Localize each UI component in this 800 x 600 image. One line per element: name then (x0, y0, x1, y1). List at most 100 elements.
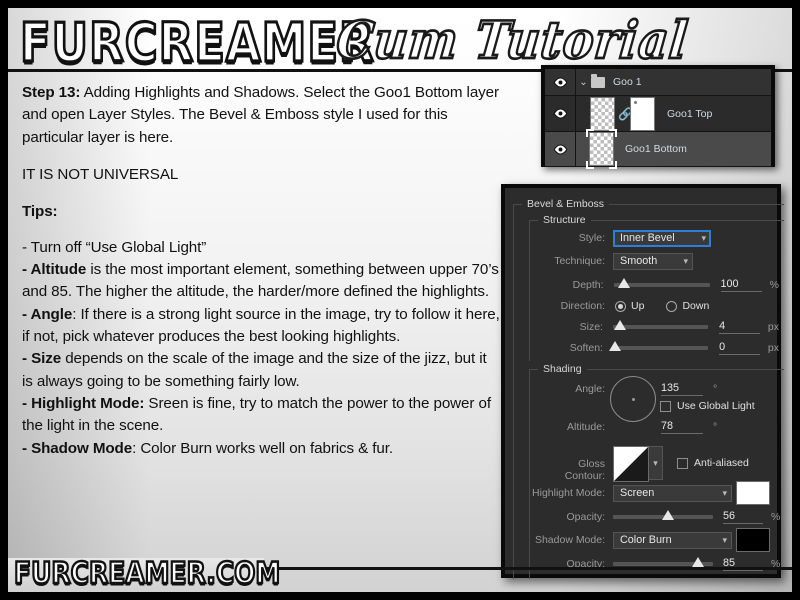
soften-value[interactable]: 0 (719, 341, 760, 355)
shading-legend: Shading (538, 363, 587, 375)
step-text: Adding Highlights and Shadows. Select th… (22, 84, 499, 146)
gloss-contour-picker[interactable]: ▾ (613, 446, 663, 482)
gloss-contour-label: Gloss Contour: (564, 458, 605, 482)
depth-slider-knob[interactable] (617, 278, 630, 288)
highlight-opacity-slider[interactable] (613, 510, 713, 520)
direction-row: Direction: Up Down (535, 298, 779, 314)
chevron-down-icon: ▾ (722, 487, 727, 498)
shadow-opacity-knob[interactable] (692, 557, 704, 567)
tutorial-image: FURCREAMER Cum Tutorial Step 13: Adding … (0, 0, 800, 600)
size-unit: px (767, 321, 779, 333)
highlight-mode-label: Highlight Mode: (532, 487, 605, 499)
chevron-down-icon: ▾ (683, 255, 688, 266)
tip-item: - Size depends on the scale of the image… (22, 350, 487, 390)
highlight-opacity-unit: % (771, 511, 781, 523)
technique-value: Smooth (620, 255, 658, 267)
gloss-contour-preview[interactable] (613, 446, 649, 482)
link-icon[interactable]: 🔗 (618, 107, 633, 121)
layer-thumbnail[interactable] (590, 96, 615, 131)
direction-up-radio[interactable] (615, 300, 626, 312)
layer-mask-thumbnail[interactable] (630, 96, 655, 131)
dialog-title: Bevel & Emboss (522, 198, 610, 210)
shadow-color-swatch[interactable] (736, 528, 770, 552)
use-global-light-row[interactable]: Use Global Light (660, 398, 755, 414)
technique-row: Technique: Smooth ▾ (535, 252, 775, 270)
direction-down-radio[interactable] (666, 300, 678, 312)
angle-label: Angle: (575, 383, 605, 395)
structure-legend: Structure (538, 214, 591, 226)
size-slider-knob[interactable] (613, 320, 626, 330)
folder-icon (591, 73, 605, 88)
shadow-mode-select[interactable]: Color Burn ▾ (613, 531, 732, 549)
size-value[interactable]: 4 (719, 320, 760, 334)
soften-slider-knob[interactable] (608, 341, 621, 351)
depth-slider[interactable] (613, 278, 710, 288)
layer-row-group[interactable]: ⌄ Goo 1 (545, 69, 771, 96)
chevron-down-icon: ▾ (722, 534, 727, 545)
size-slider[interactable] (612, 320, 709, 330)
step-paragraph: Step 13: Adding Highlights and Shadows. … (22, 82, 500, 149)
layer-visibility-toggle[interactable] (545, 96, 576, 131)
eye-icon (553, 76, 567, 88)
chevron-down-icon: ▾ (701, 232, 706, 243)
highlight-mode-row: Highlight Mode: Screen ▾ (517, 481, 783, 505)
style-label: Style: (578, 232, 605, 244)
shadow-mode-label: Shadow Mode: (534, 534, 605, 546)
depth-unit: % (769, 279, 779, 291)
layer-visibility-toggle[interactable] (545, 132, 576, 166)
layer-visibility-toggle[interactable] (545, 69, 576, 95)
highlight-opacity-knob[interactable] (662, 510, 674, 520)
style-value: Inner Bevel (620, 232, 675, 244)
tips-heading-text: Tips: (22, 203, 58, 221)
step-label: Step 13: (22, 84, 81, 101)
depth-row: Depth: 100 % (535, 277, 779, 293)
selection-corner-icon (586, 129, 594, 137)
chevron-down-icon[interactable]: ⌄ (576, 77, 591, 88)
use-global-light-checkbox[interactable] (660, 400, 671, 412)
layers-panel[interactable]: ⌄ Goo 1 🔗 Goo1 Top Goo1 Bottom (541, 65, 775, 169)
shadow-opacity-slider[interactable] (613, 557, 713, 567)
style-select[interactable]: Inner Bevel ▾ (613, 229, 711, 247)
universal-notice: IT IS NOT UNIVERSAL (22, 166, 179, 184)
eye-icon (553, 108, 567, 119)
shadow-mode-value: Color Burn (620, 534, 672, 546)
altitude-unit: ° (713, 421, 718, 433)
layer-row-bottom[interactable]: Goo1 Bottom (545, 129, 771, 169)
soften-unit: px (767, 342, 779, 354)
highlight-mode-select[interactable]: Screen ▾ (613, 484, 732, 502)
tip-item: - Highlight Mode: Sreen is fine, try to … (22, 395, 491, 435)
layer-name: Goo 1 (613, 76, 642, 88)
tip-item: - Angle: If there is a strong light sour… (22, 305, 500, 346)
tips-heading: Tips: (22, 201, 500, 223)
size-row: Size: 4 px (535, 319, 779, 335)
size-label: Size: (579, 321, 603, 333)
chevron-down-icon[interactable]: ▾ (649, 446, 663, 480)
technique-label: Technique: (554, 255, 605, 267)
direction-up-label: Up (631, 300, 645, 312)
highlight-opacity-row: Opacity: 56 % (517, 509, 783, 525)
use-global-light-label: Use Global Light (677, 400, 755, 412)
layer-thumbnail-selected[interactable] (586, 129, 617, 169)
depth-value[interactable]: 100 (720, 278, 762, 292)
selection-corner-icon (586, 161, 594, 169)
soften-row: Soften: 0 px (535, 340, 779, 356)
altitude-value[interactable]: 78 (661, 420, 703, 434)
angle-value[interactable]: 135 (661, 382, 703, 396)
anti-aliased-label: Anti-aliased (694, 457, 749, 469)
tip-item: - Altitude is the most important element… (22, 261, 499, 301)
anti-aliased-checkbox[interactable] (677, 458, 688, 469)
tip-item: - Turn off “Use Global Light” (22, 238, 207, 256)
highlight-color-swatch[interactable] (736, 481, 770, 505)
angle-dial[interactable] (610, 376, 656, 422)
layer-row-top[interactable]: 🔗 Goo1 Top (545, 96, 771, 132)
angle-unit: ° (713, 383, 718, 395)
bevel-emboss-dialog[interactable]: Bevel & Emboss Structure Style: Inner Be… (501, 184, 784, 579)
depth-label: Depth: (572, 279, 604, 291)
soften-slider[interactable] (608, 341, 709, 351)
shadow-mode-row: Shadow Mode: Color Burn ▾ (517, 528, 783, 552)
style-row: Style: Inner Bevel ▾ (535, 229, 775, 247)
highlight-opacity-value[interactable]: 56 (723, 510, 763, 524)
soften-label: Soften: (569, 342, 603, 354)
selection-corner-icon (609, 161, 617, 169)
technique-select[interactable]: Smooth ▾ (613, 252, 693, 270)
